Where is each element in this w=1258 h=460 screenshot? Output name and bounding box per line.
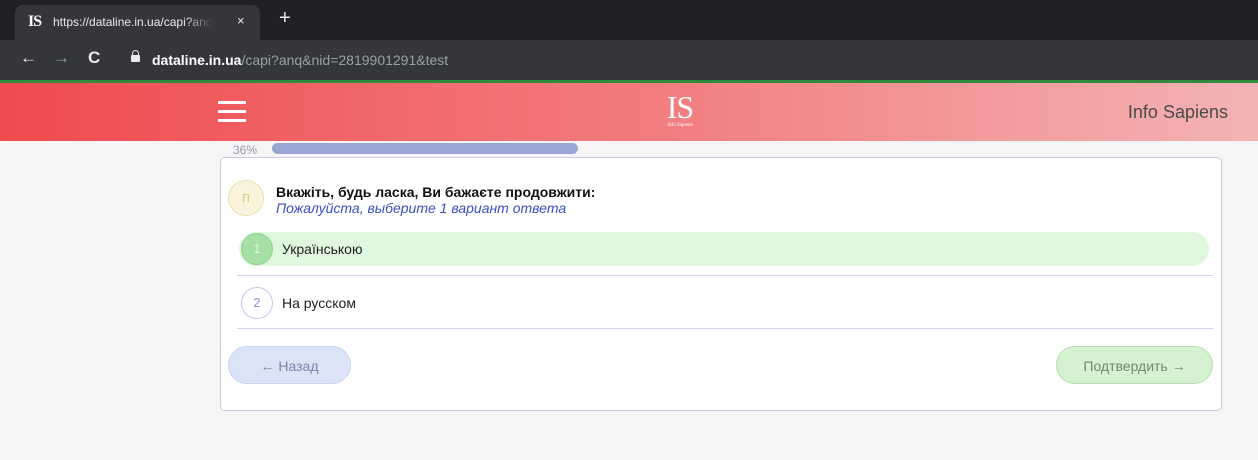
back-button[interactable]: ← Назад <box>228 346 351 384</box>
back-arrow-icon[interactable]: ← <box>20 48 37 68</box>
url-path: /capi?anq&nid=2819901291&test <box>241 52 449 68</box>
site-header: IS Info Sapiens Info Sapiens <box>0 83 1258 141</box>
question-title: Вкажіть, будь ласка, Ви бажаєте продовжи… <box>276 184 596 200</box>
address-bar[interactable]: dataline.in.ua/capi?anq&nid=2819901291&t… <box>152 52 448 68</box>
site-logo: IS Info Sapiens <box>660 91 700 129</box>
lock-icon[interactable] <box>131 50 140 62</box>
progress-bar <box>272 143 578 154</box>
divider <box>237 328 1213 329</box>
confirm-button[interactable]: Подтвердить → <box>1056 346 1213 384</box>
url-host: dataline.in.ua <box>152 52 242 68</box>
menu-icon[interactable] <box>218 101 246 123</box>
close-tab-icon[interactable]: × <box>237 13 245 28</box>
logo-subtext: Info Sapiens <box>667 123 693 128</box>
tab-title: https://dataline.in.ua/capi?anq&nid=2819… <box>53 15 213 29</box>
answer-option-ukrainian[interactable]: 1 Українською <box>239 232 1209 266</box>
option-label: На русском <box>282 295 356 311</box>
progress-label: 36% <box>233 143 258 157</box>
question-hint: Пожалуйста, выберите 1 вариант ответа <box>276 200 567 216</box>
brand-name: Info Sapiens <box>1127 102 1228 122</box>
logo-mark: IS <box>666 89 694 125</box>
browser-tab[interactable]: IS https://dataline.in.ua/capi?anq&nid=2… <box>15 5 260 40</box>
new-tab-icon[interactable]: + <box>279 7 291 30</box>
progress-fill <box>272 143 578 154</box>
question-card: п Вкажіть, будь ласка, Ви бажаєте продов… <box>220 157 1222 411</box>
divider <box>237 275 1213 276</box>
question-badge: п <box>228 180 264 216</box>
option-number: 2 <box>241 287 273 319</box>
browser-tabstrip: IS https://dataline.in.ua/capi?anq&nid=2… <box>0 0 1258 40</box>
forward-arrow-icon[interactable]: → <box>53 48 70 68</box>
option-number: 1 <box>241 233 273 265</box>
answer-option-russian[interactable]: 2 На русском <box>239 286 1209 320</box>
option-label: Українською <box>282 241 363 257</box>
browser-toolbar: ← → C dataline.in.ua/capi?anq&nid=281990… <box>0 40 1258 83</box>
site-favicon-icon: IS <box>28 13 42 30</box>
reload-icon[interactable]: C <box>88 48 100 68</box>
